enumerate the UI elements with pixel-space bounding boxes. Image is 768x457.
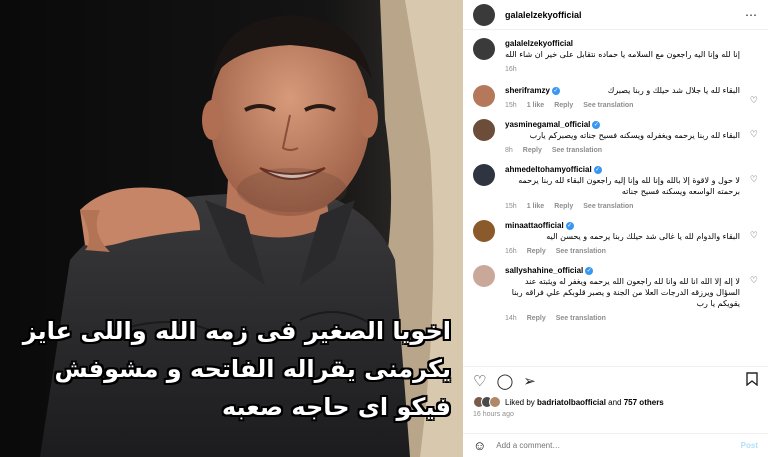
comment-text: البقاء لله يا جلال شد حيلك و ربنا يصبرك (607, 86, 740, 95)
comment-likes-count[interactable]: 1 like (527, 102, 545, 109)
save-bookmark-icon[interactable] (746, 371, 758, 390)
caption-line: يكرمنى يقراله الفاتحه و مشوفش (54, 355, 451, 383)
comment-time: 14h (505, 315, 517, 322)
comment-like-icon[interactable]: ♡ (750, 95, 758, 106)
commenter-username[interactable]: sheriframzy (505, 86, 550, 95)
likes-summary: Liked by badriatolbaofficial and 757 oth… (473, 396, 758, 408)
photo-caption: اخويا الصغير فى زمه الله واللى عايز يكرم… (1, 312, 451, 426)
comment-time: 15h (505, 102, 517, 109)
comment-bubble-icon[interactable]: ◯ (496, 372, 513, 390)
comment-like-icon[interactable]: ♡ (750, 129, 758, 140)
comment-text: لا إله إلا الله انا لله وانا لله راجعون … (511, 277, 740, 308)
comment-time: 15h (505, 203, 517, 210)
commenter-avatar[interactable] (473, 265, 495, 287)
caption-line: اخويا الصغير فى زمه الله واللى عايز (22, 317, 451, 345)
comment-input[interactable] (496, 441, 741, 450)
more-options-icon[interactable]: ⋯ (745, 8, 758, 22)
share-send-icon[interactable]: ➢ (523, 372, 536, 390)
likes-prefix: Liked by (505, 397, 538, 407)
comments-list[interactable]: galalelzekyofficial إنا لله وإنا اليه را… (463, 38, 768, 360)
likes-others-link[interactable]: 757 others (624, 398, 664, 407)
emoji-icon[interactable]: ☺ (473, 438, 486, 453)
comment-item: minaattaofficial ✓ البقاء والدوام لله يا … (463, 220, 768, 255)
liker-avatar (489, 396, 501, 408)
post-panel: galalelzekyofficial ⋯ galalelzekyofficia… (463, 0, 768, 457)
liker-username[interactable]: badriatolbaofficial (537, 398, 606, 407)
reply-button[interactable]: Reply (554, 102, 573, 109)
post-photo: اخويا الصغير فى زمه الله واللى عايز يكرم… (0, 0, 463, 457)
comment-text: إنا لله وإنا اليه راجعون مع السلامه يا ح… (505, 50, 740, 59)
commenter-username[interactable]: galalelzekyofficial (505, 38, 573, 49)
add-comment-bar: ☺ Post (463, 433, 768, 457)
comment-text: البقاء لله ربنا يرحمه ويغفرله ويسكنه فسي… (529, 131, 740, 140)
comment-time: 16h (505, 248, 517, 255)
comment-like-icon[interactable]: ♡ (750, 174, 758, 185)
comment-item: yasminegamal_official ✓ البقاء لله ربنا ي… (463, 119, 768, 154)
post-actions-bar: ♡ ◯ ➢ (463, 366, 768, 394)
verified-badge-icon: ✓ (565, 221, 574, 230)
like-heart-icon[interactable]: ♡ (473, 372, 486, 390)
comment-item: sheriframzy ✓ البقاء لله يا جلال شد حيلك … (463, 85, 768, 109)
see-translation-button[interactable]: See translation (583, 102, 633, 109)
commenter-avatar[interactable] (473, 220, 495, 242)
verified-badge-icon: ✓ (551, 86, 560, 95)
commenter-username[interactable]: ahmedeltohamyofficial (505, 165, 592, 174)
commenter-username[interactable]: minaattaofficial (505, 221, 564, 230)
comment-likes-count[interactable]: 1 like (527, 203, 545, 210)
author-avatar[interactable] (473, 3, 495, 26)
reply-button[interactable]: Reply (554, 203, 573, 210)
comment-text: البقاء والدوام لله يا غالى شد حيلك ربنا … (546, 232, 740, 241)
see-translation-button[interactable]: See translation (556, 248, 606, 255)
comment-text: لا حول و لاقوة إلا بالله وإنا لله وإنا إ… (518, 176, 740, 196)
likes-middle: and (605, 397, 624, 407)
comment-like-icon[interactable]: ♡ (750, 230, 758, 241)
comment-item: sallyshahine_official ✓ لا إله إلا الله ا… (463, 265, 768, 322)
comment-time: 16h (505, 66, 517, 73)
comment-item: galalelzekyofficial إنا لله وإنا اليه را… (463, 38, 768, 73)
commenter-username[interactable]: sallyshahine_official (505, 266, 583, 275)
see-translation-button[interactable]: See translation (556, 315, 606, 322)
caption-line: فيكو اى حاجه صعبه (221, 393, 451, 421)
post-timestamp: 16 hours ago (473, 411, 514, 418)
commenter-avatar[interactable] (473, 119, 495, 141)
reply-button[interactable]: Reply (527, 315, 546, 322)
author-username[interactable]: galalelzekyofficial (505, 10, 745, 20)
commenter-avatar[interactable] (473, 38, 495, 60)
verified-badge-icon: ✓ (585, 266, 594, 275)
comment-like-icon[interactable]: ♡ (750, 275, 758, 286)
verified-badge-icon: ✓ (592, 120, 601, 129)
post-header: galalelzekyofficial ⋯ (463, 0, 768, 30)
reply-button[interactable]: Reply (527, 248, 546, 255)
see-translation-button[interactable]: See translation (583, 203, 633, 210)
commenter-avatar[interactable] (473, 164, 495, 186)
reply-button[interactable]: Reply (523, 147, 542, 154)
see-translation-button[interactable]: See translation (552, 147, 602, 154)
commenter-username[interactable]: yasminegamal_official (505, 120, 590, 129)
commenter-avatar[interactable] (473, 85, 495, 107)
comment-time: 8h (505, 147, 513, 154)
post-comment-button[interactable]: Post (741, 441, 758, 450)
verified-badge-icon: ✓ (593, 165, 602, 174)
comment-item: ahmedeltohamyofficial ✓ لا حول و لاقوة إل… (463, 164, 768, 210)
